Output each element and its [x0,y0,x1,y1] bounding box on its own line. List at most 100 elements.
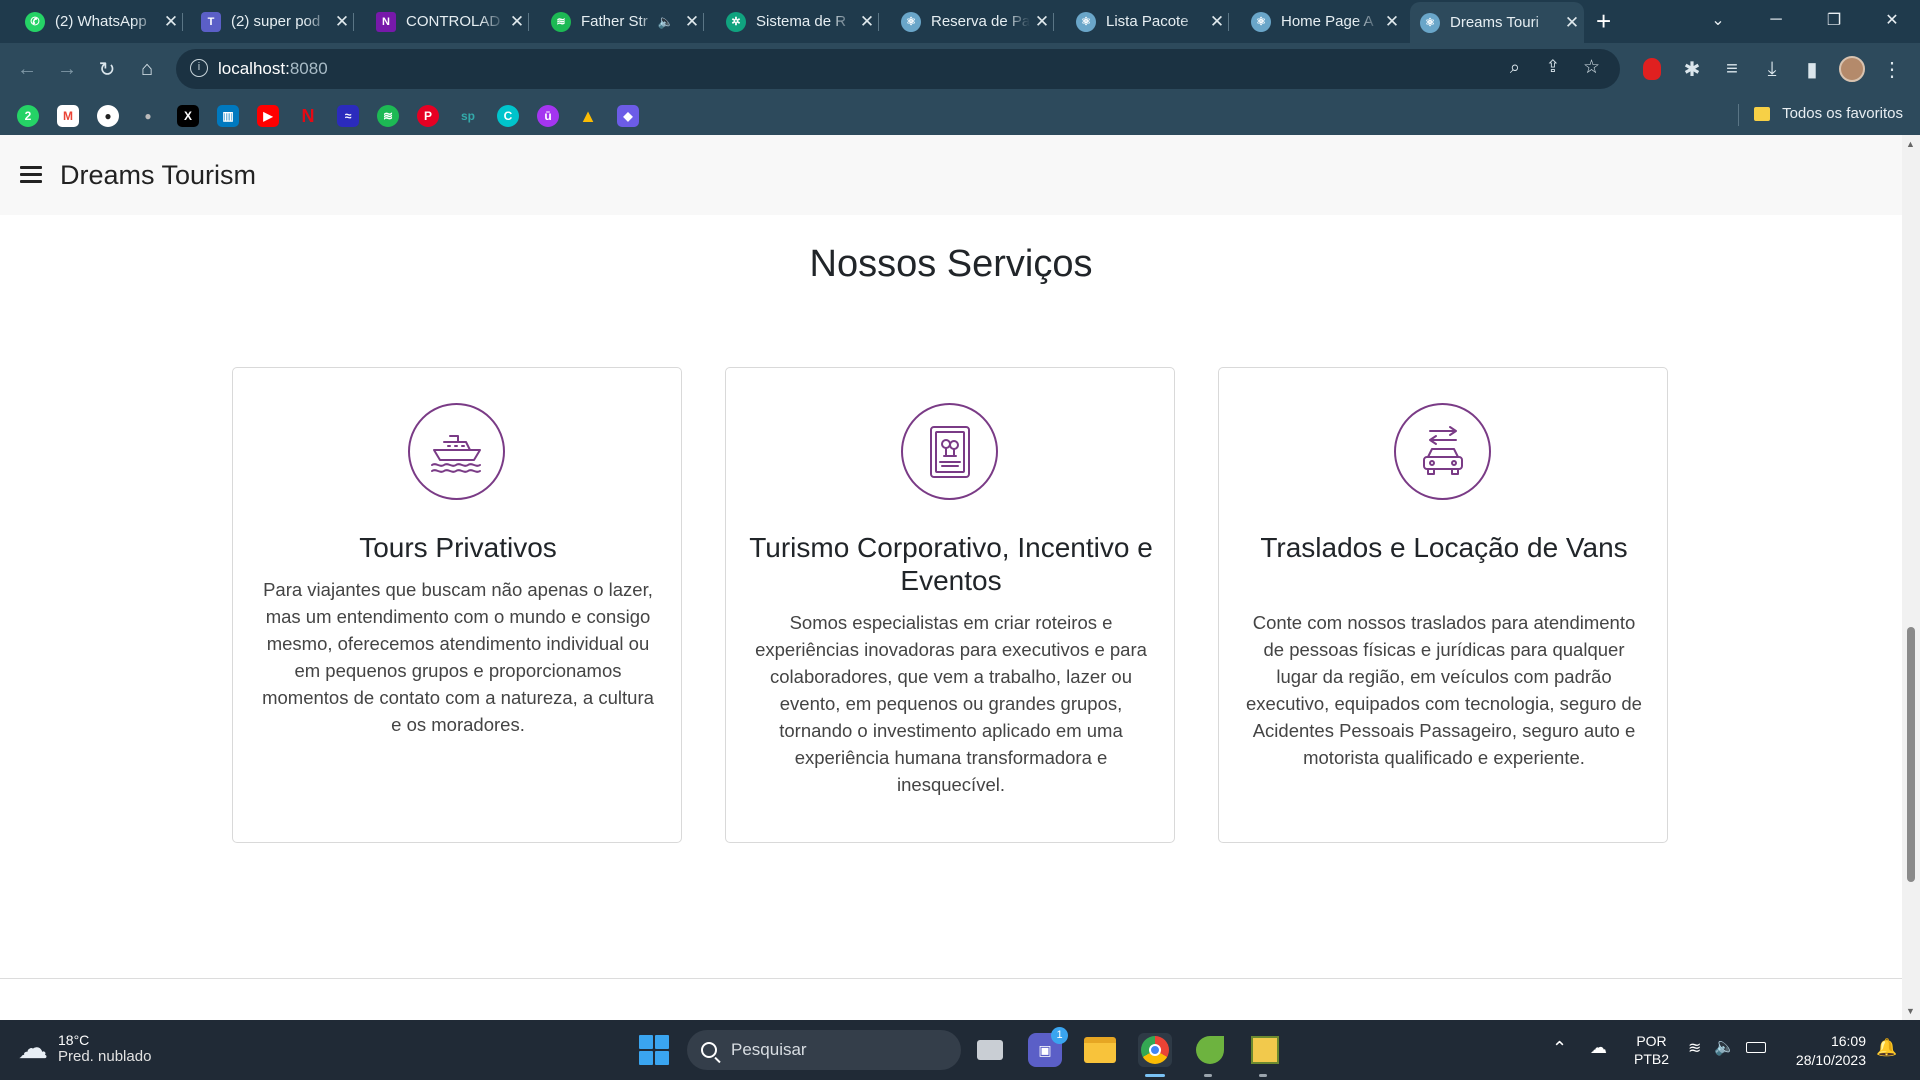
site-info-icon[interactable]: i [190,59,208,77]
x-bookmark-icon[interactable]: X [177,105,199,127]
tab-onenote[interactable]: N CONTROLAD ✕ [366,2,529,41]
tab-search-chevron-icon[interactable]: ⌄ [1690,0,1746,40]
close-tab-icon[interactable]: ✕ [680,12,704,32]
service-card: Turismo Corporativo, Incentivo e Eventos… [725,367,1175,843]
chrome-icon[interactable] [1138,1033,1172,1067]
certificate-icon [901,403,998,500]
weather-condition: Pred. nublado [58,1048,152,1065]
drive-bookmark-icon[interactable]: ▲ [577,105,599,127]
minimize-button[interactable]: ─ [1748,0,1804,40]
keyboard-language[interactable]: POR PTB2 [1634,1032,1669,1068]
chat-badge: 1 [1051,1027,1068,1044]
footer-divider [0,978,1902,979]
react-icon: ⚛ [1251,11,1271,32]
github-bookmark-icon[interactable]: ● [97,105,119,127]
battery-icon[interactable] [1746,1042,1766,1053]
close-tab-icon[interactable]: ✕ [1560,13,1584,33]
gmail-bookmark-icon[interactable]: M [57,105,79,127]
windows-start-icon[interactable] [639,1035,669,1065]
close-tab-icon[interactable]: ✕ [1205,12,1229,32]
app-bookmark-icon[interactable]: ≈ [337,105,359,127]
tab-home-page[interactable]: ⚛ Home Page A ✕ [1241,2,1404,41]
close-tab-icon[interactable]: ✕ [855,12,879,32]
zoom-icon[interactable]: ⌕ [1510,57,1520,78]
close-tab-icon[interactable]: ✕ [1030,12,1054,32]
apple-bookmark-icon[interactable]: ● [137,105,159,127]
sp-bookmark-icon[interactable]: sp [457,105,479,127]
language-code: POR [1636,1033,1667,1049]
page-scrollbar[interactable]: ▲ ▼ [1902,135,1920,1020]
react-icon: ⚛ [901,11,921,32]
adblock-extension-icon[interactable] [1637,54,1667,84]
extensions-puzzle-icon[interactable]: ✱ [1677,54,1707,84]
service-card: Traslados e Locação de Vans Conte com no… [1218,367,1668,843]
media-control-icon[interactable]: ≡ [1717,54,1747,84]
close-window-button[interactable]: ✕ [1864,0,1920,40]
restore-button[interactable]: ❐ [1806,0,1862,40]
speaker-icon[interactable]: 🔈 [658,14,674,30]
tab-reserva[interactable]: ⚛ Reserva de Pa ✕ [891,2,1054,41]
udemy-bookmark-icon[interactable]: ū [537,105,559,127]
clock-time: 16:09 [1830,1033,1866,1049]
reload-icon[interactable]: ↻ [92,54,122,84]
tab-spotify[interactable]: ≋ Father Str 🔈 ✕ [541,2,704,41]
whatsapp-bookmark-icon[interactable]: 2 [17,105,39,127]
tab-chatgpt[interactable]: ✲ Sistema de R ✕ [716,2,879,41]
weather-widget[interactable]: ☁ 18°C Pred. nublado [18,1031,151,1066]
tab-whatsapp[interactable]: ✆ (2) WhatsApp ✕ [15,2,183,41]
download-icon[interactable]: ⤓ [1757,54,1787,84]
image-viewer-icon[interactable] [1248,1033,1282,1067]
browser-tab-strip: ✆ (2) WhatsApp ✕ T (2) super pod ✕ N CON… [0,0,1920,43]
close-tab-icon[interactable]: ✕ [505,12,529,32]
side-panel-icon[interactable]: ▮ [1797,54,1827,84]
volume-icon[interactable]: 🔈 [1714,1037,1735,1057]
react-icon: ⚛ [1420,12,1440,33]
wifi-icon[interactable]: ≋ [1688,1038,1701,1058]
notification-bell-icon[interactable]: 🔔 [1876,1038,1897,1058]
bookmark-star-icon[interactable]: ☆ [1583,56,1600,79]
spotify-icon: ≋ [551,11,571,32]
tab-dreams-tourism[interactable]: ⚛ Dreams Touri ✕ [1410,2,1584,43]
profile-avatar[interactable] [1837,54,1867,84]
close-tab-icon[interactable]: ✕ [159,12,183,32]
search-icon [701,1042,717,1058]
file-explorer-icon[interactable] [1083,1033,1117,1067]
scrollbar-thumb[interactable] [1907,627,1915,882]
bookmark-app-icon[interactable]: ◆ [617,105,639,127]
address-bar[interactable]: i localhost:8080 ⌕ ⇪ ☆ [176,49,1620,89]
close-tab-icon[interactable]: ✕ [1380,12,1404,32]
clock-date: 28/10/2023 [1795,1052,1866,1068]
netflix-bookmark-icon[interactable]: N [297,105,319,127]
forward-arrow-icon[interactable]: → [52,54,82,84]
pinterest-bookmark-icon[interactable]: P [417,105,439,127]
trello-bookmark-icon[interactable]: ▥ [217,105,239,127]
browser-menu-icon[interactable]: ⋮ [1877,54,1907,84]
back-arrow-icon[interactable]: ← [12,54,42,84]
url-host: localhost: [218,59,290,78]
share-icon[interactable]: ⇪ [1546,57,1560,77]
tab-teams[interactable]: T (2) super pod ✕ [191,2,354,41]
spring-tool-icon[interactable] [1193,1033,1227,1067]
task-view-icon[interactable] [973,1033,1007,1067]
browser-toolbar: ← → ↻ ⌂ i localhost:8080 ⌕ ⇪ ☆ ✱ ≡ ⤓ ▮ ⋮ [0,43,1920,95]
onedrive-sync-icon[interactable]: ☁ [1590,1038,1607,1058]
spotify-bookmark-icon[interactable]: ≋ [377,105,399,127]
canva-bookmark-icon[interactable]: C [497,105,519,127]
youtube-bookmark-icon[interactable]: ▶ [257,105,279,127]
home-icon[interactable]: ⌂ [132,54,162,84]
teams-chat-icon[interactable]: ▣ 1 [1028,1027,1068,1067]
bookmarks-bar: 2 M ● ● X ▥ ▶ N ≈ ≋ P sp C ū ▲ ◆ Todos o… [0,95,1920,135]
tab-title: Home Page A [1281,13,1374,30]
url-text[interactable]: localhost:8080 [218,59,328,79]
taskbar-search[interactable]: Pesquisar [687,1030,961,1070]
cloudy-weather-icon: ☁ [18,1032,48,1065]
tab-lista-pacote[interactable]: ⚛ Lista Pacote ✕ [1066,2,1229,41]
section-title: Nossos Serviços [809,243,1093,285]
clock[interactable]: 16:09 28/10/2023 [1786,1032,1866,1070]
close-tab-icon[interactable]: ✕ [330,12,354,32]
chevron-up-icon[interactable]: ⌃ [1552,1038,1567,1059]
all-bookmarks-folder[interactable]: Todos os favoritos [1754,105,1903,122]
site-brand[interactable]: Dreams Tourism [60,160,256,191]
new-tab-button[interactable]: + [1596,6,1611,36]
menu-hamburger-icon[interactable] [20,166,42,187]
